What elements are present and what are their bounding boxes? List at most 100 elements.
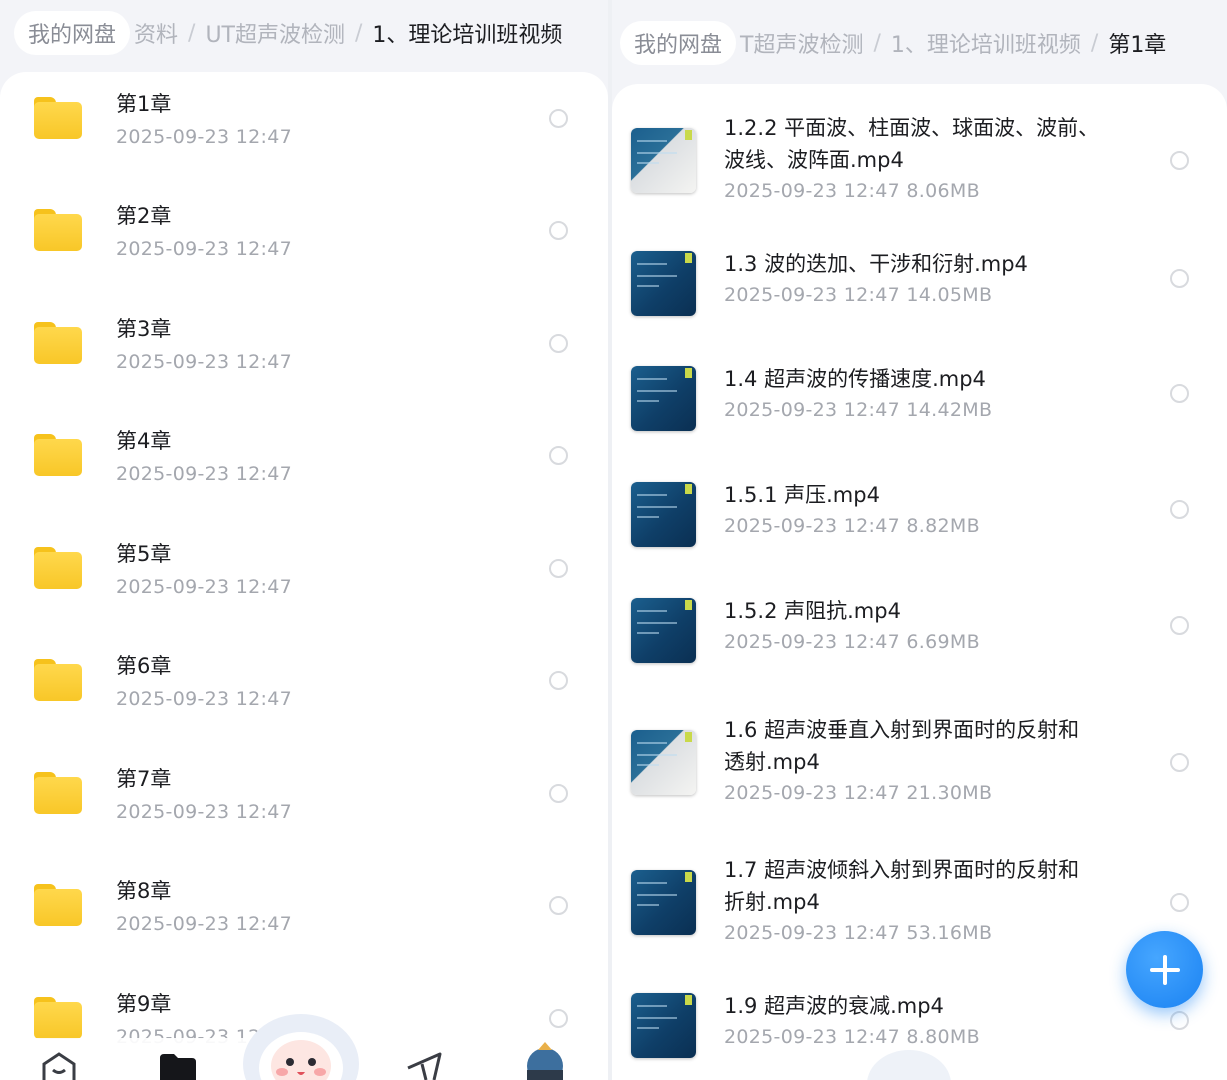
breadcrumb: 我的网盘 T超声波检测 / 1、理论培训班视频 / 第1章	[620, 20, 1170, 66]
select-radio[interactable]	[1170, 500, 1189, 519]
select-radio[interactable]	[1170, 269, 1189, 288]
breadcrumb-root[interactable]: 我的网盘	[14, 11, 131, 55]
video-thumbnail-icon	[631, 730, 696, 795]
file-meta: 2025-09-23 12:47 6.69MB	[724, 631, 980, 653]
breadcrumb-item[interactable]: 资料	[130, 17, 182, 49]
file-name: 1.7 超声波倾斜入射到界面时的反射和 折射.mp4	[724, 858, 1080, 914]
file-row[interactable]: 1.6 超声波垂直入射到界面时的反射和 透射.mp4 2025-09-23 12:4…	[612, 714, 1227, 844]
video-thumbnail-icon	[631, 128, 696, 193]
select-radio[interactable]	[549, 221, 568, 240]
folder-meta: 2025-09-23 12:47	[116, 688, 293, 710]
breadcrumb-current: 第1章	[1108, 33, 1167, 58]
folder-name: 第5章	[116, 542, 172, 566]
select-radio[interactable]	[549, 109, 568, 128]
folder-name: 第1章	[116, 92, 172, 116]
folder-name: 第4章	[116, 429, 172, 453]
file-name: 1.6 超声波垂直入射到界面时的反射和 透射.mp4	[724, 718, 1080, 774]
left-screen: 我的网盘 资料 / UT超声波检测 / 1、理论培训班视频 第1章 2025-09…	[0, 0, 608, 1080]
folder-name: 第7章	[116, 767, 172, 791]
file-name: 1.4 超声波的传播速度.mp4	[724, 367, 986, 391]
files-icon[interactable]	[158, 1052, 198, 1080]
select-radio[interactable]	[1170, 893, 1189, 912]
folder-row[interactable]: 第4章 2025-09-23 12:47	[0, 409, 608, 521]
folder-meta: 2025-09-23 12:47	[116, 801, 293, 823]
select-radio[interactable]	[549, 1009, 568, 1028]
video-thumbnail-icon	[631, 993, 696, 1058]
breadcrumb-separator: /	[873, 30, 881, 56]
breadcrumb-separator: /	[188, 20, 196, 46]
folder-name: 第6章	[116, 654, 172, 678]
file-meta: 2025-09-23 12:47 8.06MB	[724, 180, 980, 202]
folder-row[interactable]: 第1章 2025-09-23 12:47	[0, 72, 608, 184]
file-row[interactable]: 1.2.2 平面波、柱面波、球面波、波前、 波线、波阵面.mp4 2025-09-2…	[612, 112, 1227, 242]
folder-row[interactable]: 第6章 2025-09-23 12:47	[0, 634, 608, 746]
folder-row[interactable]: 第3章 2025-09-23 12:47	[0, 297, 608, 409]
share-icon[interactable]	[404, 1050, 444, 1080]
breadcrumb-root[interactable]: 我的网盘	[620, 21, 737, 65]
mascot-icon[interactable]	[240, 1006, 362, 1080]
select-radio[interactable]	[1170, 151, 1189, 170]
breadcrumb-separator: /	[355, 20, 363, 46]
right-screen: 我的网盘 T超声波检测 / 1、理论培训班视频 / 第1章 1.2.2 平面波、…	[612, 0, 1227, 1080]
file-meta: 2025-09-23 12:47 21.30MB	[724, 782, 993, 804]
add-button[interactable]	[1126, 931, 1203, 1008]
folder-meta: 2025-09-23 12:47	[116, 126, 293, 148]
select-radio[interactable]	[1170, 616, 1189, 635]
video-thumbnail-icon	[631, 366, 696, 431]
breadcrumb-item[interactable]: UT超声波检测	[201, 17, 349, 49]
file-meta: 2025-09-23 12:47 14.42MB	[724, 399, 993, 421]
home-icon[interactable]	[40, 1050, 78, 1080]
select-radio[interactable]	[549, 334, 568, 353]
profile-icon[interactable]	[524, 1040, 566, 1080]
folder-meta: 2025-09-23 12:47	[116, 238, 293, 260]
select-radio[interactable]	[1170, 1011, 1189, 1030]
folder-row[interactable]: 第8章 2025-09-23 12:47	[0, 859, 608, 971]
select-radio[interactable]	[549, 784, 568, 803]
video-thumbnail-icon	[631, 482, 696, 547]
folder-meta: 2025-09-23 12:47	[116, 351, 293, 373]
folder-icon	[34, 434, 82, 476]
folder-name: 第8章	[116, 879, 172, 903]
folder-icon	[34, 997, 82, 1039]
video-thumbnail-icon	[631, 251, 696, 316]
breadcrumb-item[interactable]: T超声波检测	[736, 27, 867, 59]
mascot-peek-icon	[867, 1050, 951, 1080]
folder-name: 第2章	[116, 204, 172, 228]
select-radio[interactable]	[1170, 384, 1189, 403]
folder-icon	[34, 97, 82, 139]
select-radio[interactable]	[549, 559, 568, 578]
folder-icon	[34, 772, 82, 814]
folder-icon	[34, 884, 82, 926]
breadcrumb-item[interactable]: 1、理论培训班视频	[887, 27, 1085, 59]
folder-name: 第3章	[116, 317, 172, 341]
select-radio[interactable]	[1170, 753, 1189, 772]
breadcrumb: 我的网盘 资料 / UT超声波检测 / 1、理论培训班视频	[14, 10, 566, 56]
file-list: 1.2.2 平面波、柱面波、球面波、波前、 波线、波阵面.mp4 2025-09-2…	[612, 84, 1227, 1080]
file-meta: 2025-09-23 12:47 8.82MB	[724, 515, 980, 537]
file-name: 1.5.1 声压.mp4	[724, 483, 880, 507]
file-name: 1.9 超声波的衰减.mp4	[724, 994, 944, 1018]
select-radio[interactable]	[549, 896, 568, 915]
folder-list: 第1章 2025-09-23 12:47 第2章 2025-09-23 12:47 第3…	[0, 72, 608, 1080]
folder-row[interactable]: 第7章 2025-09-23 12:47	[0, 747, 608, 859]
file-name: 1.2.2 平面波、柱面波、球面波、波前、 波线、波阵面.mp4	[724, 116, 1100, 172]
folder-icon	[34, 209, 82, 251]
breadcrumb-separator: /	[1090, 30, 1099, 56]
select-radio[interactable]	[549, 671, 568, 690]
folder-meta: 2025-09-23 12:47	[116, 463, 293, 485]
breadcrumb-current: 1、理论培训班视频	[372, 23, 563, 48]
folder-row[interactable]: 第2章 2025-09-23 12:47	[0, 184, 608, 296]
file-row[interactable]: 1.5.2 声阻抗.mp4 2025-09-23 12:47 6.69MB	[612, 595, 1227, 695]
folder-icon	[34, 659, 82, 701]
video-thumbnail-icon	[631, 870, 696, 935]
folder-name: 第9章	[116, 992, 172, 1016]
video-thumbnail-icon	[631, 598, 696, 663]
file-row[interactable]: 1.3 波的迭加、干涉和衍射.mp4 2025-09-23 12:47 14.05…	[612, 248, 1227, 348]
file-row[interactable]: 1.5.1 声压.mp4 2025-09-23 12:47 8.82MB	[612, 479, 1227, 579]
folder-row[interactable]: 第5章 2025-09-23 12:47	[0, 522, 608, 634]
file-meta: 2025-09-23 12:47 53.16MB	[724, 922, 993, 944]
file-row[interactable]: 1.4 超声波的传播速度.mp4 2025-09-23 12:47 14.42MB	[612, 363, 1227, 463]
file-name: 1.5.2 声阻抗.mp4	[724, 599, 901, 623]
select-radio[interactable]	[549, 446, 568, 465]
folder-meta: 2025-09-23 12:47	[116, 576, 293, 598]
